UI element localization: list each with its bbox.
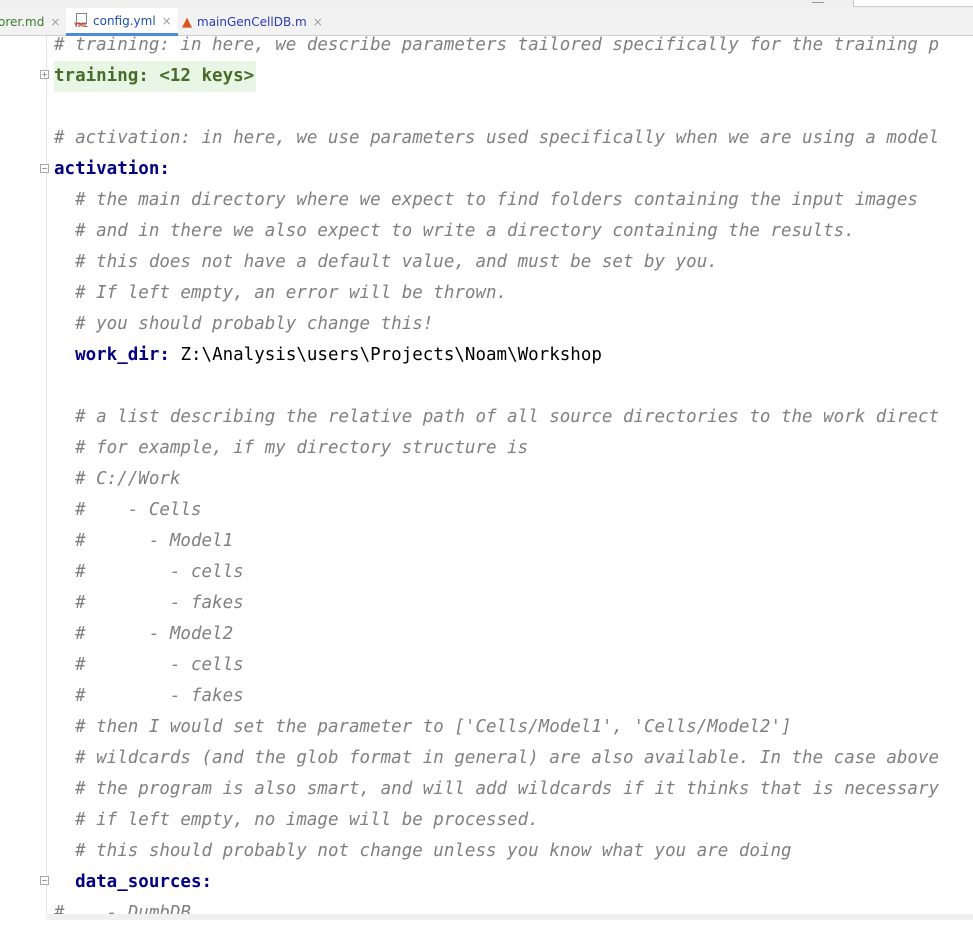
folded-region[interactable]: training: <12 keys> <box>54 61 257 92</box>
yaml-comment: # if left empty, no image will be proces… <box>75 810 539 830</box>
yaml-key: data_sources <box>75 872 202 892</box>
code-line[interactable]: # - cells <box>54 650 244 681</box>
yaml-comment: # activation: in here, we use parameters… <box>54 128 940 148</box>
code-line[interactable]: # If left empty, an error will be thrown… <box>54 278 507 309</box>
yaml-comment: # a list describing the relative path of… <box>75 407 940 427</box>
tab-label: orer.md <box>0 15 45 29</box>
code-line[interactable]: # you should probably change this! <box>54 309 433 340</box>
code-line[interactable]: # if left empty, no image will be proces… <box>54 805 539 836</box>
code-line[interactable]: # the main directory where we expect to … <box>54 185 918 216</box>
code-line[interactable]: # - cells <box>54 557 244 588</box>
code-line[interactable]: # and in there we also expect to write a… <box>54 216 855 247</box>
yaml-comment: # - Model1 <box>75 531 234 551</box>
code-line[interactable]: # - fakes <box>54 681 244 712</box>
minimize-mark <box>812 2 824 3</box>
yaml-comment: # then I would set the parameter to ['Ce… <box>75 717 792 737</box>
editor-gutter: + − − <box>0 36 49 920</box>
yaml-comment: # for example, if my directory structure… <box>75 438 529 458</box>
code-line[interactable]: # training: in here, we describe paramet… <box>54 30 939 61</box>
code-line[interactable]: # for example, if my directory structure… <box>54 433 528 464</box>
code-line[interactable]: work_dir: Z:\Analysis\users\Projects\Noa… <box>54 340 602 371</box>
yaml-colon: : <box>159 159 170 179</box>
code-line[interactable]: activation: <box>54 154 170 185</box>
yaml-comment: # - cells <box>75 562 244 582</box>
close-icon[interactable]: × <box>162 14 172 28</box>
code-editor[interactable]: # training: in here, we describe paramet… <box>54 35 973 923</box>
yaml-key: activation <box>54 159 160 179</box>
tab-label: config.yml <box>93 13 156 28</box>
yaml-comment: # - cells <box>75 655 244 675</box>
fold-collapse-icon[interactable]: − <box>40 876 49 885</box>
yaml-comment: # training: in here, we describe paramet… <box>54 35 940 55</box>
yaml-comment: # wildcards (and the glob format in gene… <box>75 748 940 768</box>
yaml-comment: # the main directory where we expect to … <box>75 190 918 210</box>
yaml-comment: # - Model2 <box>75 624 234 644</box>
code-line[interactable]: # - Model2 <box>54 619 233 650</box>
close-icon[interactable]: × <box>313 15 323 29</box>
yaml-comment: # - Cells <box>75 500 202 520</box>
yaml-colon: : <box>201 872 213 892</box>
code-line[interactable]: # a list describing the relative path of… <box>54 402 939 433</box>
search-box-edge <box>853 0 973 7</box>
code-line[interactable]: training: <12 keys> <box>54 61 257 92</box>
code-line[interactable]: # C://Work <box>54 464 180 495</box>
code-line[interactable]: # this does not have a default value, an… <box>54 247 718 278</box>
yaml-comment: # this does not have a default value, an… <box>75 252 718 272</box>
matlab-file-icon: ▲ <box>182 14 192 30</box>
fold-expand-icon[interactable]: + <box>40 70 49 79</box>
close-icon[interactable]: × <box>50 15 60 29</box>
code-line[interactable]: # - Cells <box>54 495 202 526</box>
code-line[interactable]: data_sources: <box>54 867 212 898</box>
yaml-comment: # - fakes <box>75 593 244 613</box>
yaml-comment: # the program is also smart, and will ad… <box>75 779 940 799</box>
yaml-key: work_dir <box>75 345 160 365</box>
yaml-comment: # this should probably not change unless… <box>75 841 792 861</box>
code-line[interactable]: # the program is also smart, and will ad… <box>54 774 939 805</box>
code-line[interactable]: # then I would set the parameter to ['Ce… <box>54 712 792 743</box>
yaml-comment: # - fakes <box>75 686 244 706</box>
horizontal-scrollbar[interactable] <box>46 914 973 920</box>
code-line[interactable]: # - Model1 <box>54 526 233 557</box>
yaml-comment: # If left empty, an error will be thrown… <box>75 283 508 303</box>
window-top-strip <box>0 0 973 8</box>
yaml-comment: # - DumbDB <box>54 903 191 923</box>
tab-label: mainGenCellDB.m <box>197 15 307 29</box>
yaml-comment: # C://Work <box>75 469 181 489</box>
yaml-file-icon: YML <box>74 12 88 29</box>
yaml-value: Z:\Analysis\users\Projects\Noam\Workshop <box>169 345 602 365</box>
yaml-comment: # you should probably change this! <box>75 314 434 334</box>
yaml-comment: # and in there we also expect to write a… <box>75 221 855 241</box>
tab-readme-md[interactable]: orer.md × <box>0 8 60 36</box>
fold-collapse-icon[interactable]: − <box>40 164 49 173</box>
code-line[interactable]: # - fakes <box>54 588 244 619</box>
code-line[interactable]: # wildcards (and the glob format in gene… <box>54 743 939 774</box>
code-line[interactable]: # this should probably not change unless… <box>54 836 792 867</box>
yaml-colon: : <box>159 345 170 365</box>
code-line[interactable]: # activation: in here, we use parameters… <box>54 123 939 154</box>
